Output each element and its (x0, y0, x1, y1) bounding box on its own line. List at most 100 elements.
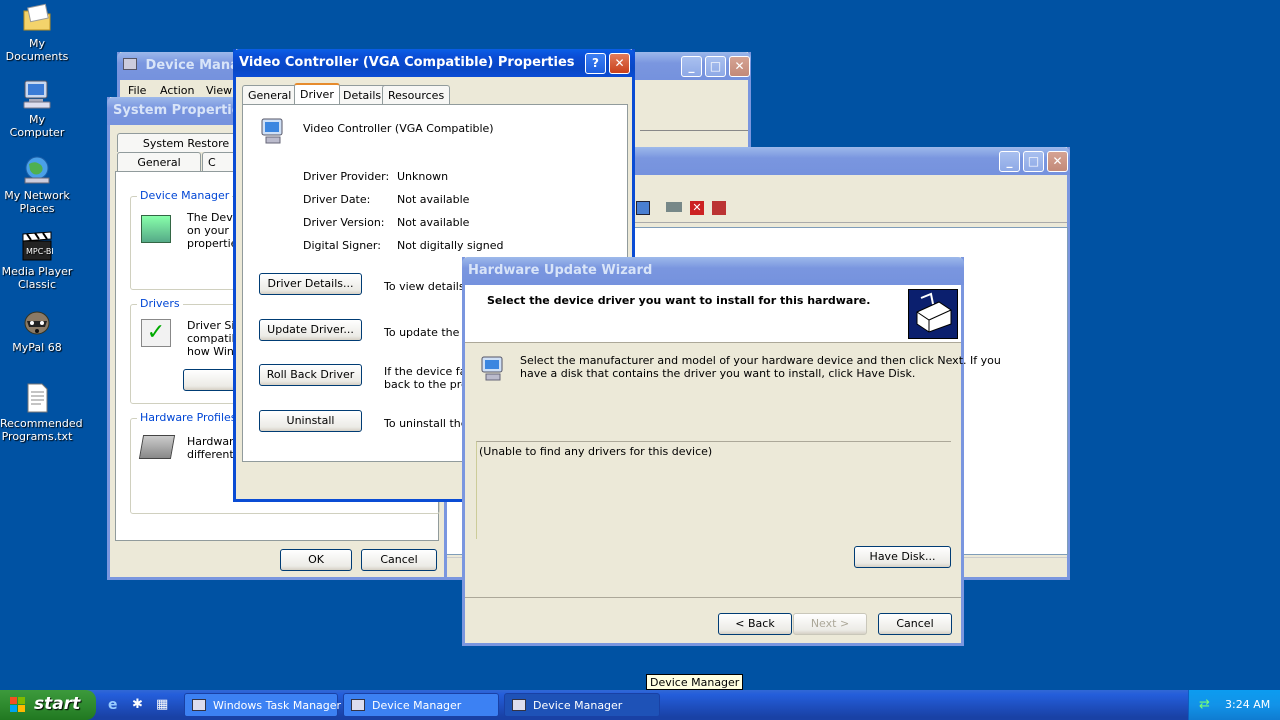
next-button[interactable]: Next > (793, 613, 867, 635)
wizard-header: Select the device driver you want to ins… (465, 285, 961, 343)
help-button[interactable]: ? (585, 53, 606, 74)
uninstall-button[interactable]: Uninstall (259, 410, 362, 432)
title-bar[interactable]: Video Controller (VGA Compatible) Proper… (233, 49, 635, 77)
group-text-line: The Devi (187, 211, 236, 224)
tab-driver[interactable]: Driver (294, 83, 340, 104)
tab-strip: General Driver Details Resources (242, 83, 628, 105)
divider (640, 130, 748, 131)
close-button[interactable]: ✕ (1047, 151, 1068, 172)
wizard-header-title: Select the device driver you want to ins… (487, 294, 871, 307)
grid-icon[interactable]: ▦ (156, 697, 172, 713)
system-tray: ⇄ 3:24 AM (1188, 690, 1280, 720)
group-title: Hardware Profiles (137, 411, 240, 424)
update-driver-button[interactable]: Update Driver... (259, 319, 362, 341)
have-disk-button[interactable]: Have Disk... (854, 546, 951, 568)
window-title: Video Controller (VGA Compatible) Proper… (239, 55, 575, 70)
desktop-icon-label: Recommended Programs.txt (0, 417, 83, 443)
menu-view[interactable]: View (206, 84, 232, 97)
group-title: Device Manager (137, 189, 233, 202)
field-value: Unknown (397, 170, 449, 183)
desktop-icon-mypal[interactable]: MyPal 68 (0, 306, 74, 354)
menu-file[interactable]: File (128, 84, 146, 97)
tab-general[interactable]: General (117, 152, 201, 171)
task-label: Device Manager (372, 699, 462, 712)
taskbar-device-manager-2[interactable]: Device Manager (504, 693, 660, 717)
task-label: Device Manager (533, 699, 623, 712)
task-label: Windows Task Manager (213, 699, 342, 712)
group-text-line: on your c (187, 224, 239, 237)
windows-logo-icon (10, 697, 26, 713)
desktop-icon-my-network-places[interactable]: My Network Places (0, 154, 74, 215)
driver-list-message: (Unable to find any drivers for this dev… (479, 445, 713, 458)
desktop-icon-label: My Computer (9, 113, 65, 139)
title-bar[interactable]: Hardware Update Wizard (462, 257, 964, 285)
scan-hardware-icon[interactable] (636, 201, 650, 215)
desktop-icon-label: Media Player Classic (1, 265, 73, 291)
update-driver-icon[interactable] (666, 202, 682, 212)
folder-icon (21, 2, 53, 34)
desktop-icon-recommended-programs[interactable]: Recommended Programs.txt (0, 382, 83, 443)
network-icon (21, 154, 53, 186)
hardware-update-wizard[interactable]: Hardware Update Wizard Select the device… (462, 257, 1001, 646)
task-icon (512, 699, 526, 711)
button-description: To update the dr (384, 326, 475, 339)
safely-remove-hardware-icon[interactable]: ⇄ (1199, 697, 1215, 713)
minimize-button[interactable]: _ (681, 56, 702, 77)
field-value: Not available (397, 193, 470, 206)
disable-icon[interactable] (712, 201, 726, 215)
task-icon (192, 699, 206, 711)
taskbar-tooltip: Device Manager (646, 674, 744, 690)
desktop-icon-label: My Documents (5, 37, 69, 63)
field-label: Digital Signer: (303, 239, 381, 252)
field-value: Not available (397, 216, 470, 229)
driver-list[interactable]: (Unable to find any drivers for this dev… (476, 441, 951, 539)
monitor-icon (261, 117, 285, 147)
menu-action[interactable]: Action (160, 84, 194, 97)
minimize-button[interactable]: _ (999, 151, 1020, 172)
driver-signing-icon: ✓ (141, 319, 171, 347)
cancel-button[interactable]: Cancel (878, 613, 952, 635)
desktop-icon-my-documents[interactable]: My Documents (0, 2, 74, 63)
group-title: Drivers (137, 297, 183, 310)
raccoon-icon (21, 306, 53, 338)
tools-icon[interactable]: ✱ (132, 697, 148, 713)
instruction-line: Select the manufacturer and model of you… (520, 354, 1001, 367)
close-button[interactable]: ✕ (729, 56, 750, 77)
start-button[interactable]: start (0, 690, 96, 720)
clapper-badge: MPC-BE (26, 247, 53, 256)
instruction-line: have a disk that contains the driver you… (520, 367, 916, 380)
desktop-icon-label: My Network Places (4, 189, 70, 215)
taskbar: start e ✱ ▦ Windows Task Manager Device … (0, 690, 1280, 720)
driver-details-button[interactable]: Driver Details... (259, 273, 362, 295)
taskbar-device-manager-1[interactable]: Device Manager (343, 693, 499, 717)
tab-resources[interactable]: Resources (382, 85, 451, 104)
hardware-wizard-icon (908, 289, 958, 339)
computer-icon (21, 78, 53, 110)
field-label: Driver Version: (303, 216, 385, 229)
tab-general[interactable]: General (242, 85, 298, 104)
start-label: start (34, 694, 81, 714)
window-title: Hardware Update Wizard (468, 263, 653, 278)
ie-icon[interactable]: e (108, 697, 124, 713)
device-name: Video Controller (VGA Compatible) (303, 122, 494, 135)
uninstall-icon[interactable]: ✕ (690, 201, 704, 215)
back-button[interactable]: < Back (718, 613, 792, 635)
desktop-icon-media-player-classic[interactable]: MPC-BE Media Player Classic (0, 230, 74, 291)
desktop-icon-my-computer[interactable]: My Computer (0, 78, 74, 139)
field-label: Driver Provider: (303, 170, 390, 183)
cancel-button[interactable]: Cancel (361, 549, 437, 571)
tab-details[interactable]: Details (337, 85, 388, 104)
close-button[interactable]: ✕ (609, 53, 630, 74)
maximize-button[interactable]: □ (705, 56, 726, 77)
text-file-icon (21, 382, 53, 414)
device-manager-icon (141, 215, 171, 243)
taskbar-task-manager[interactable]: Windows Task Manager (184, 693, 342, 717)
roll-back-driver-button[interactable]: Roll Back Driver (259, 364, 362, 386)
clapper-icon: MPC-BE (21, 230, 56, 262)
ok-button[interactable]: OK (280, 549, 352, 571)
maximize-button[interactable]: □ (1023, 151, 1044, 172)
window-title: System Properties (113, 103, 249, 118)
field-value: Not digitally signed (397, 239, 504, 252)
desktop-icon-label: MyPal 68 (12, 341, 62, 354)
clock[interactable]: 3:24 AM (1225, 698, 1270, 711)
